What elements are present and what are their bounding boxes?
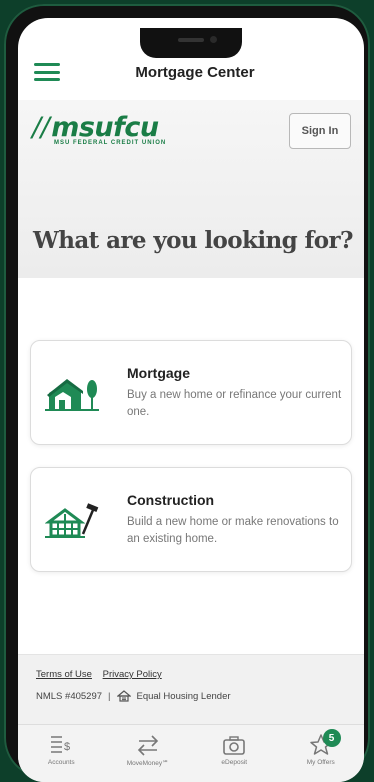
tab-accounts[interactable]: $ Accounts (18, 725, 105, 782)
separator: | (108, 690, 111, 702)
phone-notch (140, 28, 242, 58)
tab-label: Accounts (47, 759, 75, 766)
app-screen: Mortgage Center //msufcu MSU FEDERAL CRE… (18, 18, 364, 782)
footer: Terms of Use Privacy Policy NMLS #405297… (18, 654, 364, 725)
privacy-policy-link[interactable]: Privacy Policy (103, 669, 162, 680)
house-hammer-icon (45, 503, 99, 538)
phone-frame: Mortgage Center //msufcu MSU FEDERAL CRE… (4, 4, 370, 782)
offers-count-badge: 5 (322, 729, 341, 747)
hero-headline: What are you looking for? (33, 227, 354, 254)
mortgage-option-card[interactable]: Mortgage Buy a new home or refinance you… (30, 340, 352, 445)
front-camera (210, 36, 217, 43)
bottom-tab-bar: $ Accounts MoveMoney℠ eDeposit 5 My Offe… (18, 724, 364, 782)
tab-label: My Offers (306, 759, 335, 766)
equal-housing-icon (116, 690, 131, 702)
terms-of-use-link[interactable]: Terms of Use (36, 669, 92, 680)
option-title: Construction (127, 492, 215, 508)
tab-my-offers[interactable]: 5 My Offers (278, 725, 365, 782)
tab-label: MoveMoney℠ (126, 760, 169, 767)
accounts-icon: $ (51, 736, 70, 753)
nmls-number: NMLS #405297 (36, 690, 103, 702)
svg-text:$: $ (64, 741, 70, 753)
transfer-arrows-icon (137, 735, 158, 756)
tab-movemoney[interactable]: MoveMoney℠ (105, 725, 192, 782)
option-description: Build a new home or make renovations to … (127, 516, 339, 545)
option-title: Mortgage (127, 365, 190, 381)
tab-label: eDeposit (221, 759, 248, 766)
speaker (178, 38, 204, 42)
equal-housing-text: Equal Housing Lender (136, 690, 231, 702)
logo-text: msufcu (51, 112, 159, 143)
logo-slashes-icon: // (32, 112, 50, 143)
camera-icon (223, 736, 246, 755)
hamburger-menu-icon[interactable] (34, 63, 60, 81)
page-title: Mortgage Center (135, 63, 255, 81)
msufcu-logo[interactable]: //msufcu MSU FEDERAL CREDIT UNION (32, 112, 166, 146)
hero-section: //msufcu MSU FEDERAL CREDIT UNION Sign I… (18, 100, 364, 278)
legal-line: NMLS #405297 | Equal Housing Lender (36, 690, 231, 702)
house-tree-icon (45, 379, 99, 411)
construction-option-card[interactable]: Construction Build a new home or make re… (30, 467, 352, 572)
sign-in-button[interactable]: Sign In (289, 113, 351, 149)
option-description: Buy a new home or refinance your current… (127, 389, 342, 418)
tab-edeposit[interactable]: eDeposit (191, 725, 278, 782)
footer-links: Terms of Use Privacy Policy (36, 669, 170, 680)
logo-tagline: MSU FEDERAL CREDIT UNION (54, 140, 167, 146)
